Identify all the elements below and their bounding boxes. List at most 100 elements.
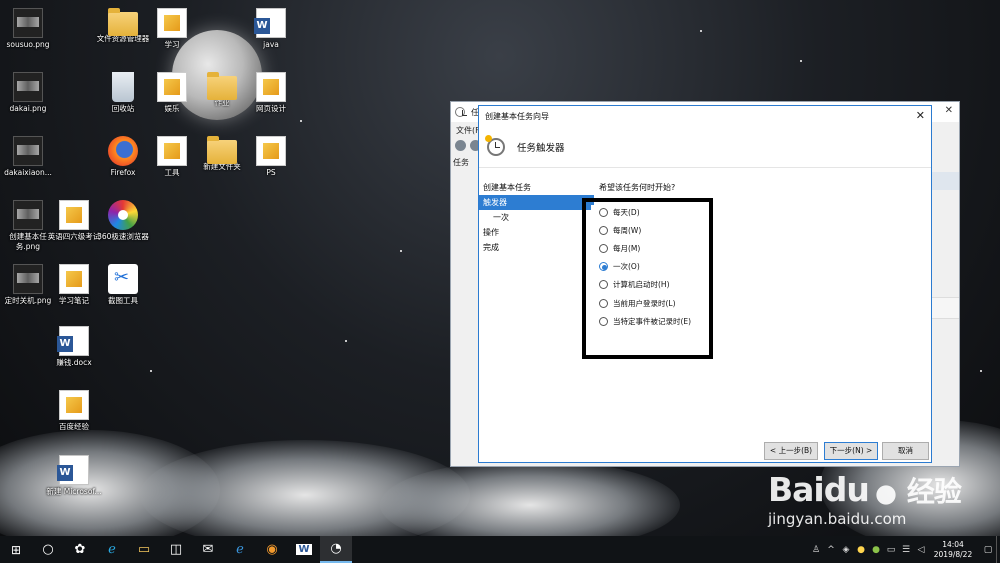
step-finish: 完成 (483, 243, 499, 252)
icon-label: 新建 Microsof... (46, 487, 102, 496)
folder-icon (108, 8, 138, 36)
taskbar-task-scheduler[interactable]: ◔ (320, 536, 352, 563)
taskbar-word[interactable]: W (288, 536, 320, 563)
desktop-icon-notes[interactable]: 学习笔记 (46, 264, 102, 306)
defender-icon[interactable]: ◈ (839, 545, 853, 555)
create-basic-task-wizard[interactable]: 创建基本任务向导 ✕ 任务触发器 创建基本任务 触发器 一次 操作 完成 希望该… (478, 105, 932, 463)
back-button[interactable]: < 上一步(B) (764, 442, 818, 460)
search-icon: ○ (42, 542, 54, 557)
360-tray-icon[interactable]: ● (869, 545, 883, 555)
icon-label: PS (266, 168, 276, 177)
notification-icon[interactable]: ▢ (981, 545, 995, 555)
icon-label: 赚钱.docx (56, 358, 92, 367)
wizard-titlebar[interactable]: 创建基本任务向导 (479, 106, 931, 126)
task-scheduler-icon (455, 107, 467, 117)
step-once: 一次 (493, 213, 509, 222)
360-browser-icon (108, 200, 138, 230)
actions-panel-item[interactable] (932, 297, 959, 319)
folder-icon (207, 136, 237, 164)
step-trigger: 触发器 (479, 195, 591, 210)
desktop-icon-zhuanqian[interactable]: 赚钱.docx (46, 326, 102, 368)
task-view-button[interactable]: ✿ (64, 536, 96, 563)
taskbar-360-browser[interactable]: ◉ (256, 536, 288, 563)
desktop-icon-dakai[interactable]: dakai.png (0, 72, 56, 114)
icon-label: 学习笔记 (59, 296, 89, 305)
close-icon[interactable]: ✕ (945, 105, 953, 116)
star (300, 120, 302, 122)
desktop-icon-baidujingyan[interactable]: 百度经验 (46, 390, 102, 432)
image-file-icon (13, 8, 43, 38)
show-desktop-button[interactable] (996, 536, 1000, 563)
icon-label: Firefox (110, 168, 136, 177)
security-icon[interactable]: ● (854, 545, 868, 555)
desktop-icon-java[interactable]: java (243, 8, 299, 50)
desktop-icon-firefox[interactable]: Firefox (95, 136, 151, 178)
icon-label: java (263, 40, 279, 49)
taskbar: ⊞ ○ ✿ ℯ ▭ ◫ ✉ ℯ ◉ W ◔ ♙ ^ ◈ ● ● ▭ ☰ ◁ 14… (0, 536, 1000, 563)
icon-label: 娱乐 (164, 104, 180, 113)
desktop-icon-new-folder[interactable]: 新建文件夹 (194, 136, 250, 172)
word-document-icon (254, 8, 286, 38)
taskbar-edge[interactable]: ℯ (224, 536, 256, 563)
step-action: 操作 (483, 228, 499, 237)
desktop-icon-snipping[interactable]: 截图工具 (95, 264, 151, 306)
edge-icon: ℯ (236, 542, 244, 557)
star (800, 60, 802, 62)
chevron-up-icon[interactable]: ^ (824, 545, 838, 555)
desktop-icon-ps[interactable]: PS (243, 136, 299, 178)
desktop-icon-gongju[interactable]: 工具 (144, 136, 200, 178)
search-button[interactable]: ○ (32, 536, 64, 563)
next-button[interactable]: 下一步(N) > (824, 442, 878, 460)
trigger-prompt: 希望该任务何时开始? (599, 183, 676, 192)
icon-label: 360极速浏览器 (97, 232, 149, 241)
word-document-icon (57, 455, 89, 485)
display-icon[interactable]: ▭ (884, 545, 898, 555)
actions-panel-header[interactable] (932, 172, 959, 190)
taskbar-edge-ie[interactable]: ℯ (96, 536, 128, 563)
taskbar-mail[interactable]: ✉ (192, 536, 224, 563)
image-file-icon (13, 72, 43, 102)
shortcut-file-icon (59, 200, 89, 230)
task-trigger-icon (485, 134, 505, 156)
icon-label: 百度经验 (59, 422, 89, 431)
icon-label: 工具 (164, 168, 180, 177)
desktop-icon-file-explorer[interactable]: 文件资源管理器 (95, 8, 151, 44)
desktop-icon-sousuo[interactable]: sousuo.png (0, 8, 56, 50)
taskbar-clock[interactable]: 14:04 2019/8/22 (929, 540, 977, 560)
file-menu[interactable]: 文件(F (456, 125, 480, 136)
file-explorer-icon: ▭ (137, 542, 151, 557)
star (345, 340, 347, 342)
close-icon[interactable]: ✕ (916, 109, 925, 122)
desktop-icon-new-word[interactable]: 新建 Microsof... (46, 455, 102, 497)
windows-logo-icon: ⊞ (10, 542, 22, 557)
word-icon: W (296, 544, 312, 555)
taskbar-file-explorer[interactable]: ▭ (128, 536, 160, 563)
image-file-icon (13, 136, 43, 166)
icon-label: 网页设计 (256, 104, 286, 113)
network-icon[interactable]: ☰ (899, 545, 913, 555)
store-icon: ◫ (169, 542, 183, 557)
wizard-heading: 任务触发器 (517, 142, 565, 154)
desktop-icon-zuoye[interactable]: 作业 (194, 72, 250, 108)
star (980, 370, 982, 372)
desktop-icon-cet[interactable]: 英语四六级考试 (46, 200, 102, 242)
clock-time: 14:04 (942, 539, 964, 549)
desktop-icon-recycle-bin[interactable]: 回收站 (95, 72, 151, 114)
desktop-icon-yule[interactable]: 娱乐 (144, 72, 200, 114)
volume-icon[interactable]: ◁ (914, 545, 928, 555)
icon-label: 截图工具 (108, 296, 138, 305)
cancel-button[interactable]: 取消 (882, 442, 929, 460)
desktop-icon-web-design[interactable]: 网页设计 (243, 72, 299, 114)
task-view-icon: ✿ (74, 542, 86, 557)
people-icon[interactable]: ♙ (809, 545, 823, 555)
desktop-icon-dakaixiaon[interactable]: dakaixiaon... (0, 136, 56, 178)
task-library-tree[interactable]: 任务 (453, 157, 469, 168)
taskbar-store[interactable]: ◫ (160, 536, 192, 563)
task-scheduler-icon: ◔ (330, 541, 342, 556)
desktop-icon-xuexi[interactable]: 学习 (144, 8, 200, 50)
shortcut-file-icon (59, 264, 89, 294)
desktop-icon-360[interactable]: 360极速浏览器 (95, 200, 151, 242)
back-arrow-icon[interactable] (455, 140, 466, 151)
ie-icon: ℯ (108, 542, 116, 557)
start-button[interactable]: ⊞ (0, 536, 32, 563)
